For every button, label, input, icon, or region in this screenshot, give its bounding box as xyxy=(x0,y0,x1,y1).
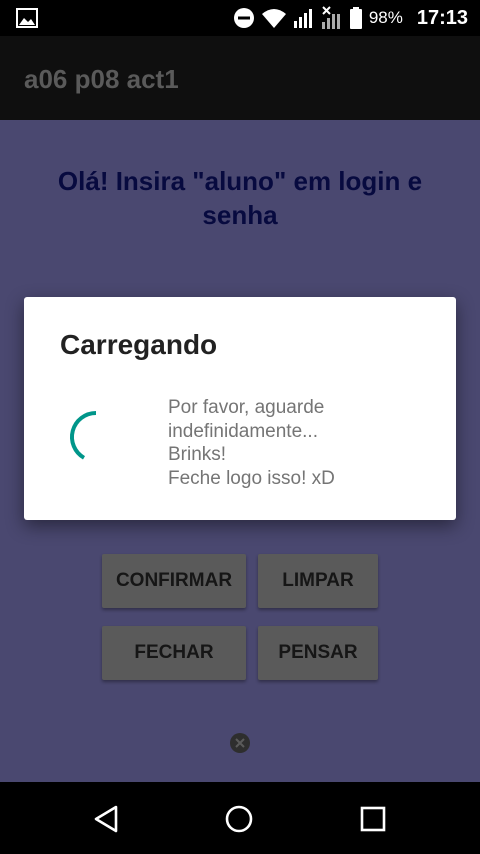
think-button[interactable]: PENSAR xyxy=(258,626,378,680)
dialog-message-line: Por favor, aguarde xyxy=(168,397,325,418)
dialog-message-line: Brinks! xyxy=(168,444,227,465)
clear-button[interactable]: LIMPAR xyxy=(258,554,378,608)
signal-icon xyxy=(293,9,312,28)
dialog-message-line: indefinidamente... xyxy=(168,420,318,442)
no-signal-icon xyxy=(321,6,340,29)
gallery-icon xyxy=(16,8,38,28)
loading-spinner-icon xyxy=(70,411,97,460)
progress-dialog: Carregando Por favor, aguarde indefinida… xyxy=(24,297,456,520)
wifi-icon xyxy=(261,9,286,28)
navigation-bar xyxy=(0,782,480,854)
back-icon[interactable] xyxy=(90,802,124,836)
app-bar: a06 p08 act1 xyxy=(0,36,480,120)
battery-icon xyxy=(349,7,362,29)
battery-percentage: 98% xyxy=(368,8,403,27)
dialog-message: Por favor, aguarde indefinidamente... Br… xyxy=(168,396,438,490)
app-title: a06 p08 act1 xyxy=(24,64,179,94)
home-icon[interactable] xyxy=(222,802,256,836)
clear-circle-icon[interactable] xyxy=(229,732,251,754)
dialog-message-line: Feche logo isso! xD xyxy=(168,467,335,489)
headline: Olá! Insira "aluno" em login e senha xyxy=(57,166,423,230)
recents-icon[interactable] xyxy=(356,802,390,836)
dialog-title: Carregando xyxy=(60,329,218,360)
do-not-disturb-icon xyxy=(233,8,254,28)
clock: 17:13 xyxy=(416,6,468,29)
confirm-button[interactable]: CONFIRMAR xyxy=(102,554,246,608)
close-button[interactable]: FECHAR xyxy=(102,626,246,680)
status-icons: 98% 17:13 xyxy=(233,0,468,36)
status-bar: 98% 17:13 xyxy=(0,0,480,36)
